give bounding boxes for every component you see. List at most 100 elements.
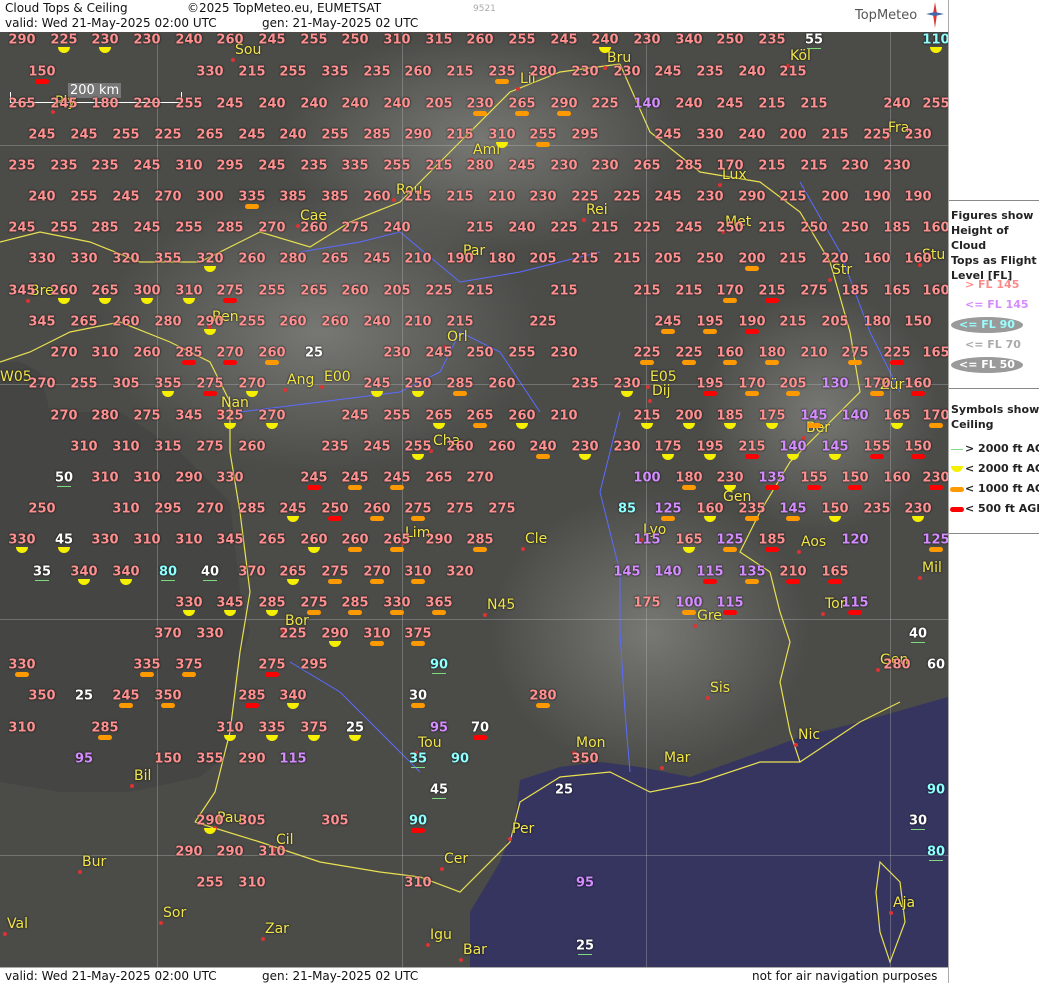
- city-dot: [521, 547, 525, 551]
- cloud-top-figure: 225: [550, 220, 578, 236]
- cloud-top-figure: 240: [175, 32, 203, 48]
- city-label: Bar: [463, 942, 487, 958]
- cloud-top-figure: 205: [654, 251, 682, 267]
- cloud-top-figure: 245: [508, 158, 536, 174]
- cloud-top-figure: 195: [696, 439, 724, 455]
- cloud-top-figure: 275: [133, 408, 161, 424]
- ceiling-below-500ft-symbol: [703, 579, 717, 584]
- cloud-top-figure: 295: [300, 657, 328, 673]
- city-label: W05: [0, 369, 32, 385]
- city-dot: [516, 87, 520, 91]
- cloud-top-figure: 290: [425, 532, 453, 548]
- cloud-top-figure: 290: [175, 844, 203, 860]
- cloud-top-figure: 140: [633, 96, 661, 112]
- cloud-top-figure: 220: [821, 251, 849, 267]
- ceiling-below-500ft-symbol: [870, 454, 884, 459]
- cloud-top-figure: 285: [675, 158, 703, 174]
- cloud-top-figure: 150: [154, 751, 182, 767]
- ceiling-below-1000ft-symbol: [557, 111, 571, 116]
- cloud-top-figure: 215: [633, 408, 661, 424]
- ceiling-below-1000ft-symbol: [328, 579, 342, 584]
- cloud-top-figure: 145: [779, 501, 807, 517]
- cloud-top-figure: 295: [216, 158, 244, 174]
- cloud-top-figure: 225: [425, 283, 453, 299]
- city-dot: [231, 58, 235, 62]
- cloud-top-figure: 150: [821, 501, 849, 517]
- cloud-top-figure: 215: [758, 220, 786, 236]
- cloud-top-figure: 255: [508, 345, 536, 361]
- cloud-top-figure: 260: [216, 32, 244, 48]
- city-dot: [582, 218, 586, 222]
- cloud-top-figure: 245: [279, 501, 307, 517]
- cloud-top-figure: 285: [238, 501, 266, 517]
- cloud-top-figure: 230: [613, 376, 641, 392]
- cloud-top-figure: 210: [779, 564, 807, 580]
- symbols-title-line: Symbols show: [951, 403, 1039, 416]
- ceiling-above-2000ft-symbol: [203, 580, 217, 581]
- city-dot: [508, 837, 512, 841]
- copyright: ©2025 TopMeteo.eu, EUMETSAT: [187, 1, 382, 15]
- ceiling-above-2000ft-symbol: [911, 642, 925, 643]
- ceiling-below-1000ft-symbol: [807, 423, 821, 428]
- city-dot: [718, 183, 722, 187]
- cloud-top-figure: 215: [633, 283, 661, 299]
- cloud-top-figure: 180: [675, 470, 703, 486]
- symbol-legend-label: < 500 ft AGL: [965, 502, 1039, 515]
- cloud-top-figure: 270: [238, 376, 266, 392]
- cloud-top-figure: 255: [238, 314, 266, 330]
- symbol-legend-item: < 500 ft AGL: [949, 501, 1039, 519]
- cloud-top-figure: 255: [175, 220, 203, 236]
- cloud-top-figure: 215: [571, 251, 599, 267]
- cloud-top-figure: 350: [571, 751, 599, 767]
- cloud-top-figure: 260: [363, 189, 391, 205]
- symbol-legend-swatch: [951, 466, 963, 472]
- ceiling-below-1000ft-symbol: [661, 329, 675, 334]
- cloud-top-figure: 160: [863, 251, 891, 267]
- city-dot: [459, 958, 463, 962]
- cloud-top-figure: 330: [70, 251, 98, 267]
- cloud-top-figure: 335: [341, 158, 369, 174]
- cloud-top-figure: 100: [633, 470, 661, 486]
- cloud-top-figure: 245: [70, 127, 98, 143]
- cloud-top-figure: 290: [8, 32, 36, 48]
- city-dot: [320, 385, 324, 389]
- ceiling-above-2000ft-symbol: [432, 673, 446, 674]
- cloud-top-figure: 200: [821, 189, 849, 205]
- cloud-top-figure: 90: [926, 782, 946, 798]
- ceiling-below-500ft-symbol: [328, 516, 342, 521]
- cloud-top-figure: 175: [758, 408, 786, 424]
- cloud-top-figure: 215: [779, 251, 807, 267]
- cloud-top-figure: 170: [716, 283, 744, 299]
- city-label: Per: [512, 821, 535, 837]
- cloud-top-figure: 280: [529, 688, 557, 704]
- ceiling-below-500ft-symbol: [745, 454, 759, 459]
- city-dot: [706, 696, 710, 700]
- city-label: Igu: [430, 927, 452, 943]
- cloud-top-figure: 280: [466, 158, 494, 174]
- cloud-top-figure: 240: [675, 96, 703, 112]
- map-area[interactable]: 200 km Sou Bru Köl Lil Ply Ami Fra Lux Rou Rei Cae…: [0, 32, 948, 967]
- city-label: Aja: [893, 895, 916, 911]
- cloud-top-figure: 255: [112, 127, 140, 143]
- city-dot: [828, 278, 832, 282]
- cloud-top-figure: 165: [922, 345, 948, 361]
- city-label: Sor: [163, 905, 187, 921]
- cloud-top-figure: 340: [112, 564, 140, 580]
- ceiling-below-1000ft-symbol: [682, 485, 696, 490]
- cloud-top-figure: 120: [841, 532, 869, 548]
- cloud-top-figure: 215: [446, 127, 474, 143]
- cloud-top-figure: 25: [575, 938, 595, 954]
- cloud-top-figure: 255: [70, 376, 98, 392]
- ceiling-below-1000ft-symbol: [745, 579, 759, 584]
- cloud-top-figure: 280: [279, 251, 307, 267]
- city-label: N45: [487, 597, 516, 613]
- cloud-top-figure: 235: [321, 439, 349, 455]
- cloud-top-figure: 220: [133, 96, 161, 112]
- cloud-top-figure: 245: [258, 32, 286, 48]
- cloud-top-figure: 230: [133, 32, 161, 48]
- cloud-top-figure: 245: [341, 408, 369, 424]
- weather-map-page: Cloud Tops & Ceiling ©2025 TopMeteo.eu, …: [0, 0, 1039, 984]
- cloud-top-figure: 125: [654, 501, 682, 517]
- cloud-top-figure: 290: [738, 189, 766, 205]
- cloud-top-figure: 180: [758, 345, 786, 361]
